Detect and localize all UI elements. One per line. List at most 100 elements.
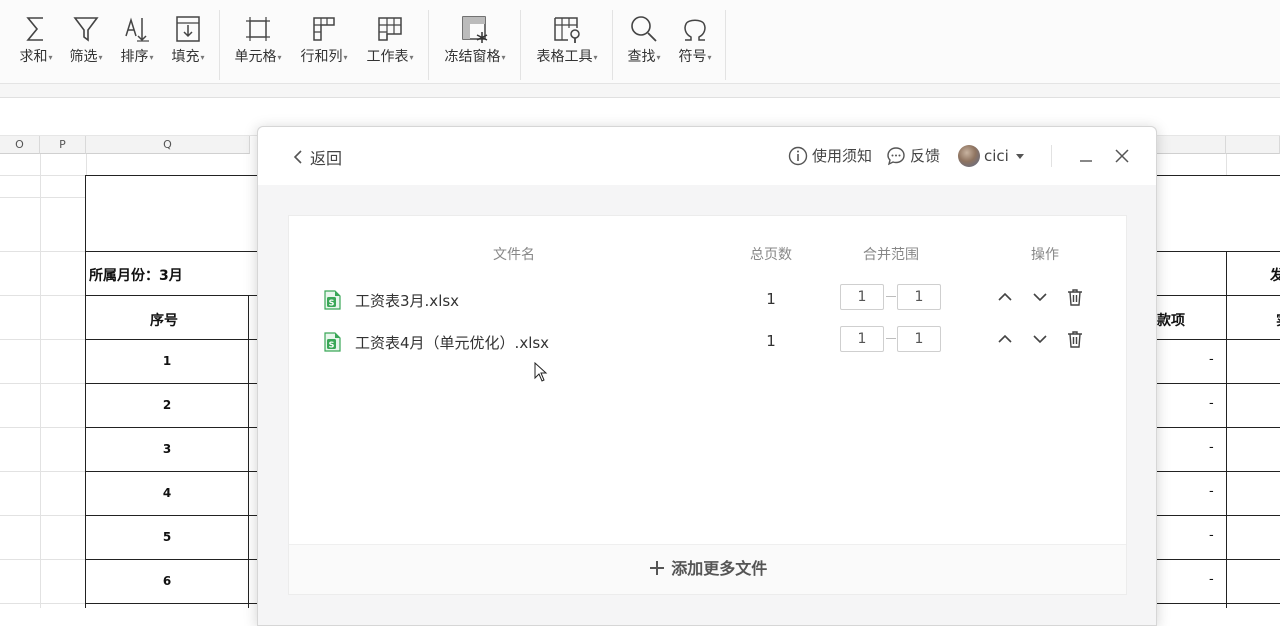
move-down-button[interactable] (1030, 287, 1050, 307)
spreadsheet-file-icon: S (324, 290, 341, 310)
symbol-label: 符号 (678, 49, 707, 65)
dash-cell: - (1209, 484, 1214, 499)
freeze-panes-button[interactable]: 冻结窗格▾ (439, 10, 511, 74)
column-total-pages: 总页数 (750, 247, 792, 263)
formula-bar[interactable] (0, 84, 1280, 98)
ribbon-group-cells: 单元格▾ 行和列▾ 工作表▾ (220, 10, 429, 80)
page-count: 1 (766, 332, 776, 350)
chevron-up-icon (998, 334, 1012, 343)
seq-cell: 4 (162, 486, 172, 500)
range-end-input[interactable]: 1 (897, 326, 941, 352)
mouse-pointer-icon (534, 362, 548, 382)
trash-icon (1068, 331, 1082, 348)
feedback-button[interactable]: 反馈 (886, 145, 940, 166)
rows-columns-button[interactable]: 行和列▾ (296, 10, 352, 74)
merge-files-dialog: 返回 使用须知 反馈 cici 文件名 总页数 合并范围 操作 S 工资表3月.… (257, 126, 1157, 626)
add-more-files-label: 添加更多文件 (671, 559, 768, 578)
find-button[interactable]: 查找▾ (621, 10, 667, 74)
range-start-input[interactable]: 1 (840, 284, 884, 310)
symbol-button[interactable]: 符号▾ (672, 10, 718, 74)
dash-cell: - (1209, 440, 1214, 455)
ribbon-group-freeze: 冻结窗格▾ (429, 10, 521, 80)
sort-label: 排序 (120, 49, 149, 65)
omega-icon (684, 19, 706, 41)
close-button[interactable] (1109, 143, 1135, 169)
minimize-icon (1080, 160, 1092, 162)
usage-notes-label: 使用须知 (812, 147, 873, 165)
file-list-panel: 文件名 总页数 合并范围 操作 S 工资表3月.xlsx 1 1 1 S 工资表… (288, 215, 1127, 595)
ribbon-group-find: 查找▾ 符号▾ (613, 10, 726, 80)
worksheet-button[interactable]: 工作表▾ (362, 10, 418, 74)
right-header-cell: 发 (1270, 268, 1280, 284)
column-operations: 操作 (1031, 247, 1059, 263)
cell-button[interactable]: 单元格▾ (230, 10, 286, 74)
move-up-button[interactable] (995, 287, 1015, 307)
month-cell: 所属月份：3月 (89, 268, 183, 284)
cell-icon (246, 17, 270, 41)
rows-columns-icon (313, 17, 335, 41)
table-tools-label: 表格工具 (536, 49, 593, 65)
feedback-label: 反馈 (910, 147, 941, 165)
worksheet-label: 工作表 (366, 49, 409, 65)
delete-button[interactable] (1065, 287, 1085, 307)
freeze-panes-label: 冻结窗格 (444, 49, 501, 65)
seq-cell: 3 (162, 442, 172, 456)
sum-icon (26, 17, 43, 41)
table-tools-button[interactable]: 表格工具▾ (531, 10, 603, 74)
fill-button[interactable]: 填充▾ (166, 10, 210, 74)
sum-button[interactable]: 求和▾ (14, 10, 58, 74)
column-header-p[interactable]: P (40, 136, 86, 154)
file-row[interactable]: S 工资表3月.xlsx 1 1 1 (289, 279, 1128, 321)
column-header-o[interactable]: O (0, 136, 40, 154)
dash-cell: - (1209, 528, 1214, 543)
column-header-q[interactable]: Q (86, 136, 250, 154)
cell-label: 单元格 (234, 49, 277, 65)
delete-button[interactable] (1065, 329, 1085, 349)
file-row[interactable]: S 工资表4月（单元优化）.xlsx 1 1 1 (289, 321, 1128, 363)
right-header-cell: 实 (1276, 310, 1280, 330)
ribbon-group-data: 求和▾ 筛选▾ 排序▾ 填充▾ (0, 10, 220, 80)
file-name: 工资表4月（单元优化）.xlsx (355, 334, 550, 352)
column-header-right-2[interactable] (1226, 136, 1280, 154)
svg-text:S: S (329, 341, 335, 350)
filter-label: 筛选 (69, 49, 98, 65)
sort-button[interactable]: 排序▾ (115, 10, 159, 74)
range-start-input[interactable]: 1 (840, 326, 884, 352)
filter-icon (73, 17, 99, 42)
search-icon (631, 16, 657, 42)
add-more-files-button[interactable]: 添加更多文件 (289, 544, 1126, 594)
move-down-button[interactable] (1030, 329, 1050, 349)
dash-cell: - (1209, 352, 1214, 367)
user-menu[interactable]: cici (958, 145, 1027, 167)
dialog-header: 返回 使用须知 反馈 cici (258, 127, 1156, 185)
right-header-cell: 款项 (1157, 313, 1185, 329)
range-separator (886, 338, 896, 339)
seq-header-cell: 序号 (150, 313, 178, 329)
seq-cell: 2 (162, 398, 172, 412)
find-label: 查找 (627, 49, 656, 65)
fill-label: 填充 (171, 49, 200, 65)
fill-icon (176, 16, 200, 42)
back-button[interactable]: 返回 (292, 145, 342, 169)
column-header-right-1[interactable] (1156, 136, 1226, 154)
chevron-down-icon (1033, 293, 1047, 302)
minimize-button[interactable] (1073, 143, 1099, 169)
range-separator (886, 296, 896, 297)
usage-notes-button[interactable]: 使用须知 (788, 145, 872, 166)
chevron-left-icon (293, 150, 302, 164)
seq-cell: 1 (162, 354, 172, 368)
info-icon (788, 146, 808, 165)
plus-icon (649, 561, 664, 575)
chevron-up-icon (998, 292, 1012, 301)
back-label: 返回 (310, 149, 343, 168)
seq-cell: 5 (162, 530, 172, 544)
filter-button[interactable]: 筛选▾ (64, 10, 108, 74)
close-icon (1115, 149, 1129, 163)
user-name: cici (984, 147, 1009, 165)
move-up-button[interactable] (995, 329, 1015, 349)
ribbon-group-tools: 表格工具▾ (521, 10, 613, 80)
freeze-panes-icon (462, 16, 488, 43)
sort-icon (125, 17, 149, 42)
spreadsheet-file-icon: S (324, 332, 341, 352)
range-end-input[interactable]: 1 (897, 284, 941, 310)
